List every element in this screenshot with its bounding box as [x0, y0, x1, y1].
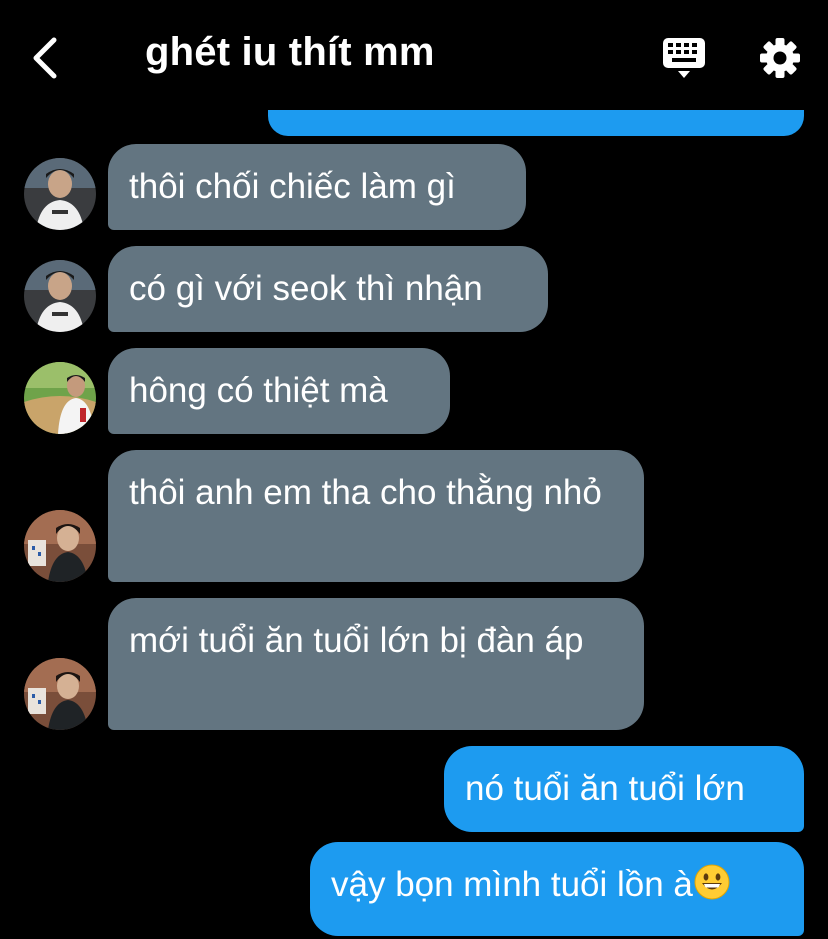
sender-avatar[interactable]: [24, 260, 96, 332]
incoming-message-bubble[interactable]: mới tuổi ăn tuổi lớn bị đàn áp: [108, 598, 644, 730]
message-text: thôi chối chiếc làm gì: [129, 167, 456, 206]
keyboard-icon: [663, 38, 705, 78]
message-text: vậy bọn mình tuổi lồn à: [331, 865, 693, 904]
chevron-left-icon: [33, 37, 57, 79]
outgoing-message-bubble[interactable]: vậy bọn mình tuổi lồn à: [310, 842, 804, 936]
message-text: có gì với seok thì nhận: [129, 269, 483, 308]
grinning-face-emoji: [694, 864, 730, 900]
incoming-message-bubble[interactable]: hông có thiệt mà: [108, 348, 450, 434]
conversation-title: ghét iu thít mm: [145, 30, 435, 74]
sender-avatar[interactable]: [24, 510, 96, 582]
message-text: nó tuổi ăn tuổi lớn: [465, 769, 745, 808]
keyboard-button[interactable]: [660, 36, 708, 80]
back-button[interactable]: [26, 36, 66, 80]
message-text: hông có thiệt mà: [129, 371, 388, 410]
gear-icon: [760, 38, 800, 78]
incoming-message-bubble[interactable]: thôi anh em tha cho thằng nhỏ: [108, 450, 644, 582]
message-text: mới tuổi ăn tuổi lớn bị đàn áp: [129, 621, 584, 660]
sender-avatar[interactable]: [24, 658, 96, 730]
sender-avatar[interactable]: [24, 362, 96, 434]
outgoing-message-bubble[interactable]: nó tuổi ăn tuổi lớn: [444, 746, 804, 832]
incoming-message-bubble[interactable]: thôi chối chiếc làm gì: [108, 144, 526, 230]
sender-avatar[interactable]: [24, 158, 96, 230]
message-text: thôi anh em tha cho thằng nhỏ: [129, 473, 602, 512]
incoming-message-bubble[interactable]: có gì với seok thì nhận: [108, 246, 548, 332]
conversation-header: ghét iu thít mm: [0, 0, 828, 110]
settings-button[interactable]: [758, 36, 802, 80]
